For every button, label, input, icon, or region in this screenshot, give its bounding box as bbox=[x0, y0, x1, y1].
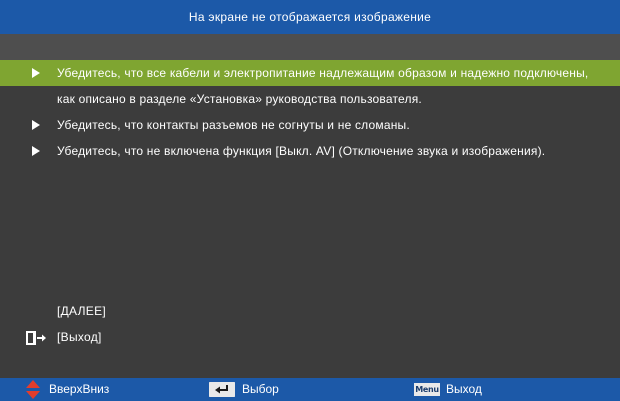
footer-updown-label: ВверхВниз bbox=[49, 382, 110, 396]
list-item-av-mute[interactable]: Убедитесь, что не включена функция [Выкл… bbox=[0, 138, 620, 164]
footer-exit-label: Выход bbox=[446, 382, 482, 396]
exit-label: [Выход] bbox=[57, 330, 102, 344]
menu-key-icon: Menu bbox=[414, 383, 440, 396]
bullet-arrow-icon bbox=[32, 146, 40, 156]
bullet-arrow-icon bbox=[32, 68, 40, 78]
list-item-text: Убедитесь, что контакты разъемов не согн… bbox=[57, 118, 410, 132]
page-title: На экране не отображается изображение bbox=[0, 0, 620, 34]
navigation-options: [ДАЛЕЕ] [Выход] bbox=[0, 298, 620, 350]
exit-button[interactable]: [Выход] bbox=[0, 324, 620, 350]
osd-screen: На экране не отображается изображение Уб… bbox=[0, 0, 620, 401]
header-spacer bbox=[0, 34, 620, 60]
list-item-text: как описано в разделе «Установка» руково… bbox=[57, 92, 422, 106]
up-down-arrows-icon bbox=[26, 380, 40, 399]
list-item-continuation: как описано в разделе «Установка» руково… bbox=[0, 86, 620, 112]
next-label: [ДАЛЕЕ] bbox=[57, 304, 107, 318]
bullet-arrow-icon bbox=[32, 120, 40, 130]
exit-door-icon bbox=[26, 331, 46, 345]
footer-select-label: Выбор bbox=[242, 382, 279, 396]
footer-bar: ВверхВниз Выбор Menu Выход bbox=[0, 378, 620, 401]
list-item-cables[interactable]: Убедитесь, что все кабели и электропитан… bbox=[0, 60, 620, 86]
instruction-list: Убедитесь, что все кабели и электропитан… bbox=[0, 60, 620, 164]
list-item-text: Убедитесь, что все кабели и электропитан… bbox=[57, 66, 589, 80]
next-button[interactable]: [ДАЛЕЕ] bbox=[0, 298, 620, 324]
enter-key-icon bbox=[209, 382, 235, 397]
list-item-pins[interactable]: Убедитесь, что контакты разъемов не согн… bbox=[0, 112, 620, 138]
list-item-text: Убедитесь, что не включена функция [Выкл… bbox=[57, 144, 546, 158]
